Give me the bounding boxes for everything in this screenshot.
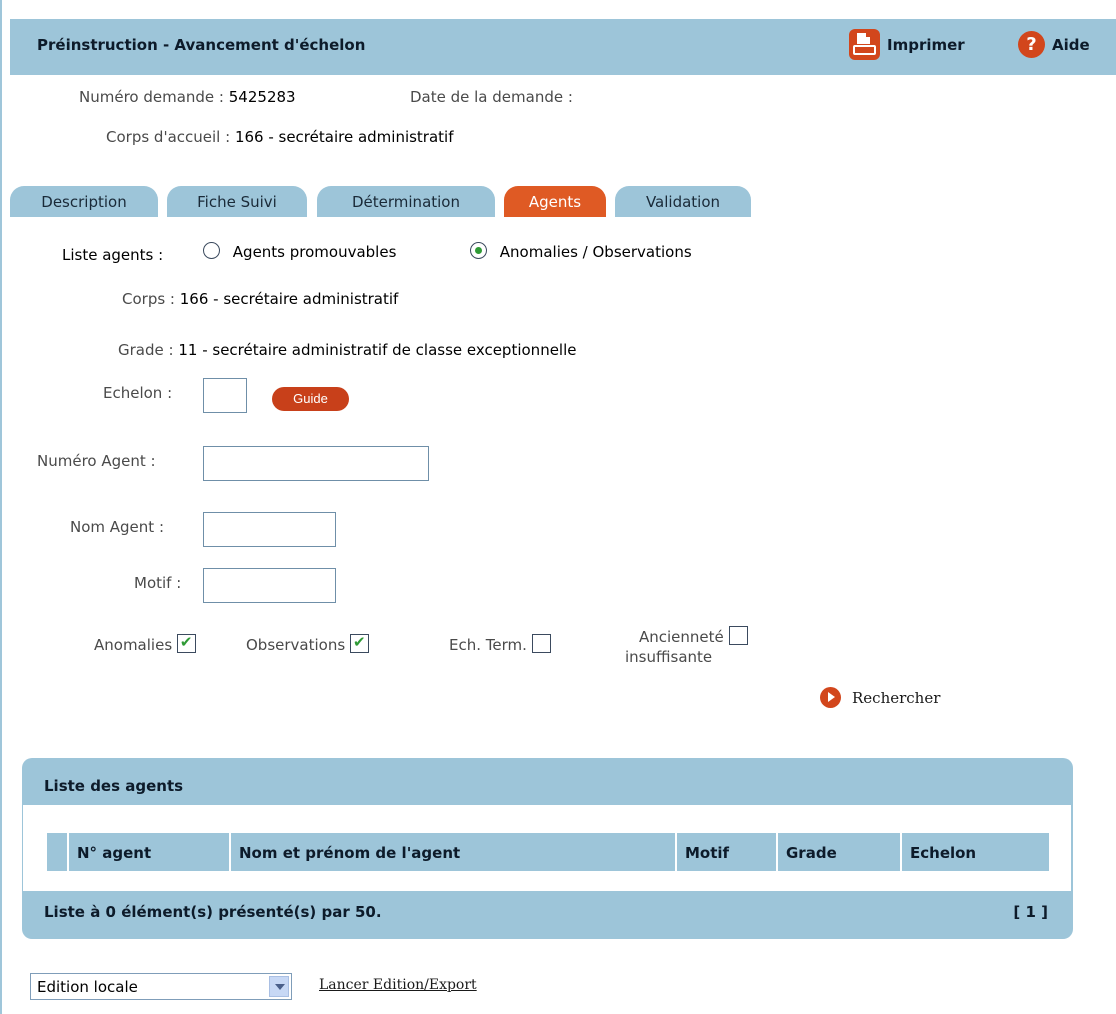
check-anomalies[interactable] [176, 633, 196, 653]
corps-accueil-label: Corps d'accueil : [106, 128, 231, 146]
search-button[interactable]: Rechercher [820, 687, 940, 708]
column-header-numero[interactable]: N° agent [69, 833, 231, 871]
help-button[interactable]: ? Aide [1018, 31, 1090, 58]
motif-input[interactable] [203, 568, 336, 603]
numero-agent-input[interactable] [203, 446, 429, 481]
grade-value: 11 - secrétaire administratif de classe … [178, 341, 577, 359]
corps-label: Corps : [122, 290, 175, 308]
check-ech-term[interactable] [531, 634, 551, 653]
check-observations-row: Observations [246, 633, 369, 654]
export-select[interactable]: Edition locale [30, 973, 292, 1000]
corps-accueil-value: 166 - secrétaire administratif [234, 128, 454, 146]
column-header-nom[interactable]: Nom et prénom de l'agent [231, 833, 677, 871]
page-title: Préinstruction - Avancement d'échelon [37, 36, 366, 54]
radio-anomalies-label[interactable]: Anomalies / Observations [500, 243, 692, 261]
radio-promouvables[interactable] [203, 242, 220, 259]
radio-promouvables-label[interactable]: Agents promouvables [233, 243, 397, 261]
check-anciennete-label-1: Ancienneté [639, 628, 724, 646]
echelon-label: Echelon : [103, 384, 173, 402]
tab-description[interactable]: Description [10, 186, 158, 217]
check-anciennete-label-2: insuffisante [625, 648, 713, 666]
chevron-down-icon[interactable] [269, 976, 289, 997]
radio-promouvables-row: Agents promouvables [203, 242, 396, 261]
agents-list-panel: Liste des agents N° agent Nom et prénom … [22, 758, 1073, 939]
column-header-motif[interactable]: Motif [677, 833, 778, 871]
tab-validation[interactable]: Validation [615, 186, 751, 217]
page-header: Préinstruction - Avancement d'échelon Im… [10, 19, 1116, 75]
echelon-input[interactable] [203, 378, 247, 413]
check-ech-term-row: Ech. Term. [449, 634, 551, 654]
play-icon[interactable] [820, 687, 841, 708]
search-label[interactable]: Rechercher [852, 689, 940, 707]
request-number-label: Numéro demande : [79, 88, 224, 106]
radio-anomalies[interactable] [470, 242, 487, 259]
check-anomalies-label: Anomalies [94, 636, 173, 654]
check-observations-label: Observations [246, 636, 346, 654]
check-ech-term-label: Ech. Term. [449, 636, 527, 654]
print-label[interactable]: Imprimer [887, 36, 965, 54]
grade-row: Grade : 11 - secrétaire administratif de… [118, 341, 577, 359]
radio-anomalies-row: Anomalies / Observations [470, 242, 692, 261]
export-select-value[interactable]: Edition locale [37, 978, 138, 996]
corps-value: 166 - secrétaire administratif [179, 290, 399, 308]
agents-list-title: Liste des agents [44, 777, 184, 795]
tab-agents[interactable]: Agents [504, 186, 606, 217]
column-header-echelon[interactable]: Echelon [902, 833, 1049, 871]
check-anciennete[interactable] [728, 626, 748, 645]
check-anomalies-row: Anomalies [94, 633, 196, 654]
column-header-grade[interactable]: Grade [778, 833, 902, 871]
tab-fiche-suivi[interactable]: Fiche Suivi [167, 186, 307, 217]
agents-table: N° agent Nom et prénom de l'agent Motif … [23, 805, 1071, 891]
corps-accueil-row: Corps d'accueil : 166 - secrétaire admin… [106, 128, 454, 146]
grade-label: Grade : [118, 341, 174, 359]
request-number-row: Numéro demande : 5425283 [79, 88, 296, 106]
table-header: N° agent Nom et prénom de l'agent Motif … [47, 833, 1049, 871]
numero-agent-label: Numéro Agent : [37, 452, 156, 470]
left-border [0, 0, 2, 1014]
nom-agent-label: Nom Agent : [70, 518, 164, 536]
print-button[interactable]: Imprimer [849, 29, 965, 60]
corps-row: Corps : 166 - secrétaire administratif [122, 290, 398, 308]
printer-icon[interactable] [849, 29, 880, 60]
launch-export-link[interactable]: Lancer Edition/Export [319, 977, 477, 993]
tab-determination[interactable]: Détermination [317, 186, 495, 217]
check-observations[interactable] [349, 633, 369, 653]
help-label[interactable]: Aide [1052, 36, 1090, 54]
check-anciennete-row: Ancienneté insuffisante [625, 626, 748, 667]
help-icon[interactable]: ? [1018, 31, 1045, 58]
motif-label: Motif : [134, 574, 182, 592]
nom-agent-input[interactable] [203, 512, 336, 547]
request-date-row: Date de la demande : [410, 88, 573, 106]
column-header-select [47, 833, 69, 871]
list-agents-label: Liste agents : [62, 246, 164, 264]
agents-list-footer: Liste à 0 élément(s) présenté(s) par 50. [44, 903, 382, 921]
request-number-value: 5425283 [228, 88, 296, 106]
pagination[interactable]: [ 1 ] [1013, 903, 1048, 921]
request-date-label: Date de la demande : [410, 88, 573, 106]
guide-button[interactable]: Guide [272, 387, 349, 411]
